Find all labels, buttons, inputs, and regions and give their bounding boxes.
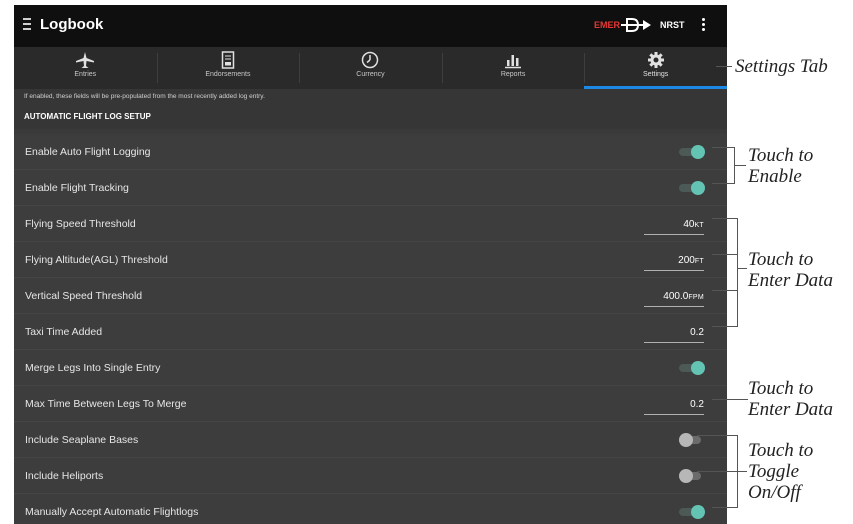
enter-data-leader-line: [712, 290, 737, 291]
setting-label: Include Heliports: [25, 470, 104, 482]
toggle-switch[interactable]: [679, 145, 707, 159]
settings-tab-leader-line: [716, 66, 732, 67]
setting-row-auto-flight-logging[interactable]: Enable Auto Flight Logging: [14, 134, 727, 170]
airplane-icon: [76, 52, 95, 68]
touch-enter-data-callout: Touch to Enter Data: [748, 249, 833, 291]
value-unit: KT: [694, 222, 704, 229]
setting-label: Include Seaplane Bases: [25, 434, 139, 446]
info-text: If enabled, these fields will be pre-pop…: [14, 89, 727, 105]
setting-label: Flying Altitude(AGL) Threshold: [25, 254, 168, 266]
emer-button[interactable]: EMER: [594, 20, 620, 30]
setting-label: Taxi Time Added: [25, 326, 103, 338]
callout-line: Enter Data: [748, 270, 833, 291]
enter-data-leader-line: [737, 268, 747, 269]
callout-line: Toggle: [748, 461, 800, 482]
bar-chart-icon: [505, 55, 522, 69]
menu-icon[interactable]: [23, 18, 31, 31]
more-options-icon[interactable]: [702, 18, 706, 32]
setting-row-manually-accept[interactable]: Manually Accept Automatic Flightlogs: [14, 494, 727, 524]
setting-row-seaplane-bases[interactable]: Include Seaplane Bases: [14, 422, 727, 458]
toggle-switch[interactable]: [679, 505, 707, 519]
setting-row-heliports[interactable]: Include Heliports: [14, 458, 727, 494]
tab-endorsements[interactable]: Endorsements: [156, 47, 300, 89]
value-number: 40: [683, 219, 695, 230]
tab-label: Entries: [74, 71, 97, 78]
setting-label: Manually Accept Automatic Flightlogs: [25, 506, 199, 518]
enter-data-leader-line: [712, 399, 748, 400]
tab-label: Currency: [356, 71, 385, 78]
tab-currency[interactable]: Currency: [299, 47, 442, 89]
toggle-leader-line: [712, 507, 737, 508]
gear-icon: [647, 52, 664, 68]
setting-label: Enable Flight Tracking: [25, 182, 129, 194]
enter-data-leader-line: [712, 326, 737, 327]
toggle-leader-line: [697, 435, 737, 436]
document-icon: [221, 51, 235, 69]
tab-label: Endorsements: [205, 71, 251, 78]
value-input[interactable]: 0.2: [644, 395, 704, 415]
app-title: Logbook: [40, 16, 104, 33]
value-unit: FT: [694, 258, 704, 265]
value-number: 0.2: [690, 327, 704, 338]
setting-label: Flying Speed Threshold: [25, 218, 136, 230]
touch-enable-callout: Touch to Enable: [748, 145, 813, 187]
enter-data-leader-line: [712, 254, 737, 255]
setting-label: Enable Auto Flight Logging: [25, 146, 151, 158]
callout-line: Enable: [748, 166, 802, 187]
toggle-leader-line: [697, 471, 737, 472]
value-input[interactable]: 400.0FPM: [644, 287, 704, 307]
settings-tab-callout: Settings Tab: [735, 56, 828, 77]
value-input[interactable]: 200FT: [644, 251, 704, 271]
callout-line: Enter Data: [748, 399, 833, 420]
enter-data-bracket: [737, 218, 738, 327]
toggle-leader-line: [737, 471, 747, 472]
toggle-switch[interactable]: [679, 181, 707, 195]
setting-row-vertical-speed-threshold[interactable]: Vertical Speed Threshold 400.0FPM: [14, 278, 727, 314]
touch-enter-data-callout-2: Touch to Enter Data: [748, 378, 833, 420]
value-number: 0.2: [690, 399, 704, 410]
setting-row-altitude-threshold[interactable]: Flying Altitude(AGL) Threshold 200FT: [14, 242, 727, 278]
value-input[interactable]: 0.2: [644, 323, 704, 343]
setting-row-flying-speed-threshold[interactable]: Flying Speed Threshold 40KT: [14, 206, 727, 242]
value-unit: FPM: [688, 294, 704, 301]
tab-bar: Entries Endorsements Currency Reports Se…: [14, 47, 727, 89]
enable-leader-line: [734, 165, 746, 166]
setting-row-max-time-between-legs[interactable]: Max Time Between Legs To Merge 0.2: [14, 386, 727, 422]
callout-line: Touch to: [748, 440, 814, 461]
setting-row-taxi-time-added[interactable]: Taxi Time Added 0.2: [14, 314, 727, 350]
enter-data-leader-line: [712, 218, 737, 219]
value-number: 200: [678, 255, 695, 266]
callout-line: Touch to: [748, 249, 814, 270]
callout-line: Touch to: [748, 145, 814, 166]
section-header: AUTOMATIC FLIGHT LOG SETUP: [14, 105, 727, 129]
logbook-screen: Logbook EMER NRST Entries Endorsements C…: [14, 5, 727, 524]
setting-row-merge-legs[interactable]: Merge Legs Into Single Entry: [14, 350, 727, 386]
tab-label: Settings: [643, 71, 669, 78]
callout-line: On/Off: [748, 482, 801, 503]
setting-label: Vertical Speed Threshold: [25, 290, 143, 302]
top-app-bar: Logbook EMER NRST: [14, 5, 727, 47]
value-number: 400.0: [663, 291, 689, 302]
setting-label: Merge Legs Into Single Entry: [25, 362, 161, 374]
value-input[interactable]: 40KT: [644, 215, 704, 235]
nrst-button[interactable]: NRST: [660, 20, 685, 30]
clock-icon: [362, 51, 379, 69]
tab-entries[interactable]: Entries: [14, 47, 157, 89]
setting-label: Max Time Between Legs To Merge: [25, 398, 187, 410]
callout-line: Touch to: [748, 378, 814, 399]
setting-row-flight-tracking[interactable]: Enable Flight Tracking: [14, 170, 727, 206]
toggle-switch[interactable]: [679, 361, 707, 375]
tab-settings[interactable]: Settings: [584, 47, 727, 89]
touch-toggle-callout: Touch to Toggle On/Off: [748, 440, 813, 503]
enable-leader-line: [712, 147, 734, 148]
enable-leader-line: [712, 183, 734, 184]
tab-label: Reports: [500, 71, 526, 78]
tab-reports[interactable]: Reports: [441, 47, 585, 89]
direct-to-icon[interactable]: [621, 17, 651, 33]
